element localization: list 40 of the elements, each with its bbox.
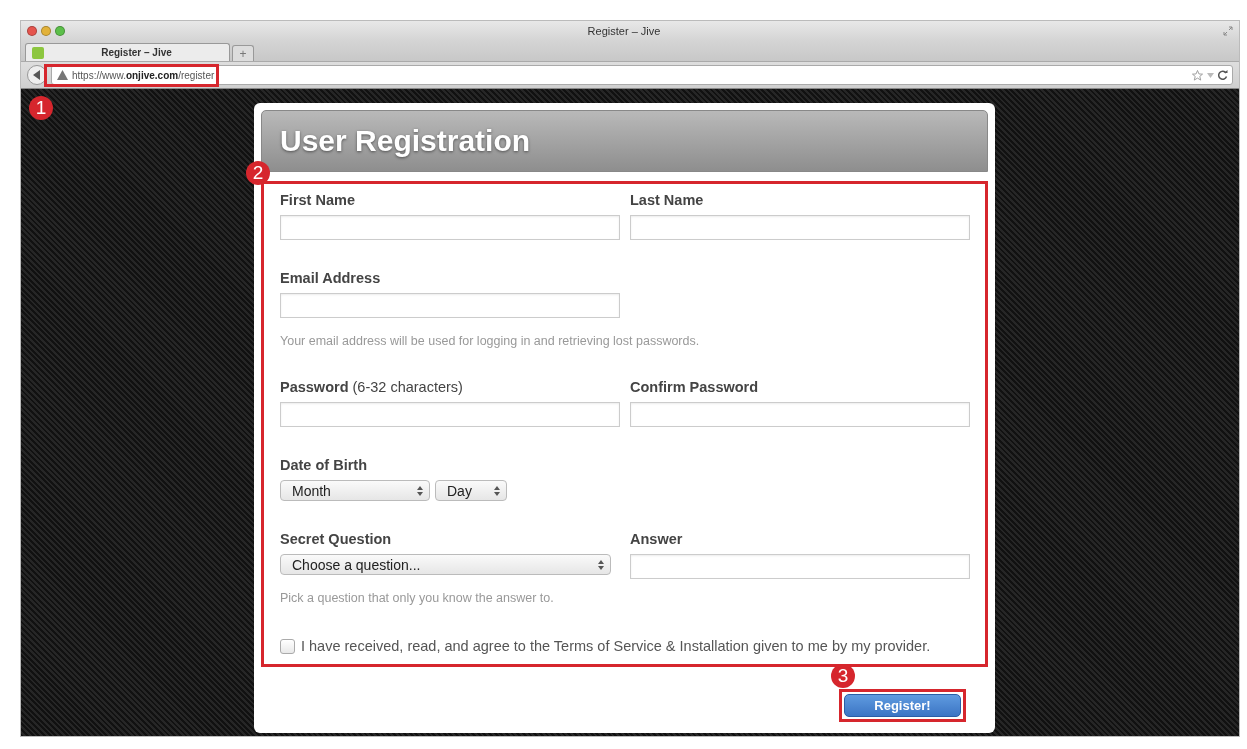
field-label: Last Name <box>630 192 704 208</box>
hint-text: Pick a question that only you know the answer to. <box>280 590 554 606</box>
stepper-icon <box>417 485 423 496</box>
register-button[interactable]: Register! <box>844 694 961 717</box>
field-label: Password (6-32 characters) <box>280 379 463 395</box>
field-label: Confirm Password <box>630 379 759 395</box>
dropdown[interactable]: Day <box>435 480 507 501</box>
star-icon[interactable] <box>1192 69 1203 81</box>
window-title: Register – Jive <box>586 25 662 37</box>
text-field[interactable] <box>630 554 970 579</box>
browser-tab[interactable]: Register – Jive <box>25 43 230 61</box>
text-field[interactable] <box>630 215 970 240</box>
stepper-icon <box>598 559 604 570</box>
text-field[interactable] <box>280 402 620 427</box>
warning-icon <box>57 70 68 80</box>
zoom-button[interactable] <box>55 26 65 36</box>
checkbox[interactable] <box>280 638 295 654</box>
dropdown[interactable]: Choose a question... <box>280 554 611 575</box>
site-icon <box>32 46 44 59</box>
caret-icon[interactable] <box>1207 72 1214 78</box>
text-field[interactable] <box>280 215 620 240</box>
url-text: https://www.onjive.com/register <box>72 69 215 81</box>
minimize-button[interactable] <box>41 26 51 36</box>
form-title: User Registration <box>280 124 531 158</box>
dropdown[interactable]: Month <box>280 480 430 501</box>
field-label: Secret Question <box>280 531 393 547</box>
fullscreen-icon[interactable] <box>1223 26 1233 36</box>
field-label: Date of Birth <box>280 457 368 473</box>
close-button[interactable] <box>27 26 37 36</box>
stepper-icon <box>494 485 500 496</box>
reload-icon[interactable] <box>1218 70 1228 80</box>
back-button[interactable] <box>27 65 47 85</box>
hint-text: Your email address will be used for logging in and retrieving lost passwords. <box>280 333 700 349</box>
field-label: First Name <box>280 192 355 208</box>
text-field[interactable] <box>280 293 620 318</box>
text-field[interactable] <box>630 402 970 427</box>
field-label: Answer <box>630 531 683 547</box>
back-icon <box>33 70 41 80</box>
agreement-text: I have received, read, and agree to the Terms of Service & Installation given to me by my provider. <box>301 638 931 654</box>
field-label: Email Address <box>280 270 381 286</box>
